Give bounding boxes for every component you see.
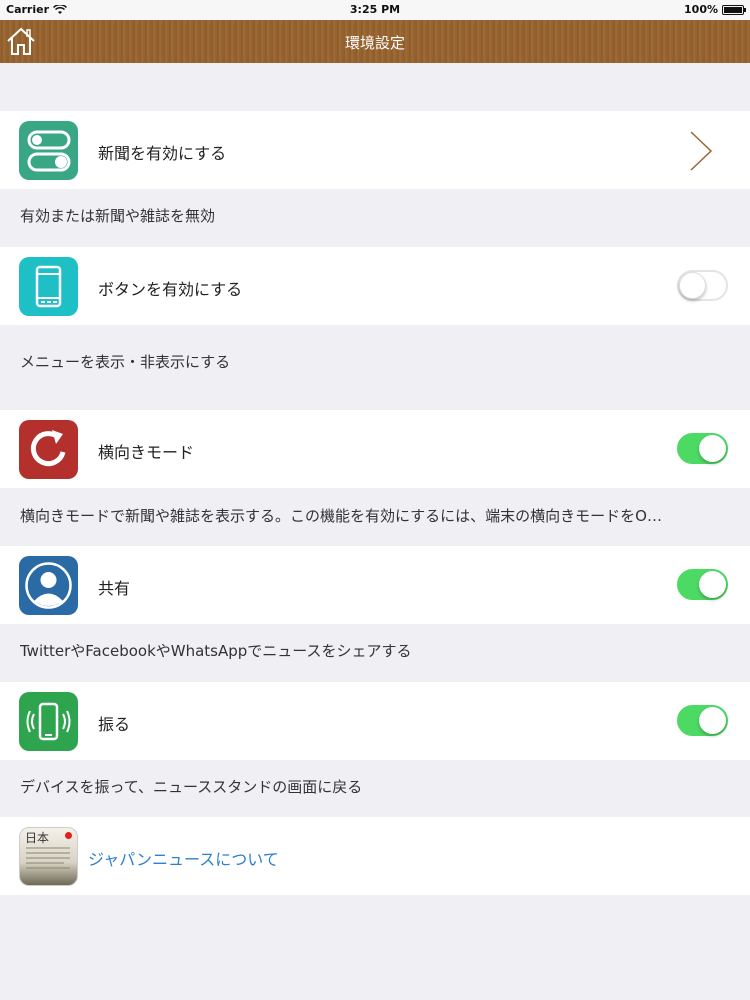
status-bar: Carrier 3:25 PM 100% [0, 0, 750, 20]
settings-row-newspaper[interactable]: 新聞を有効にする [0, 111, 750, 189]
settings-row-buttons: ボタンを有効にする [0, 247, 750, 325]
status-right: 100% [684, 3, 746, 16]
chevron-right-icon[interactable] [688, 130, 714, 172]
tablet-icon [19, 257, 78, 316]
navigation-bar: 環境設定 [0, 20, 750, 63]
share-toggle[interactable] [677, 569, 728, 600]
status-time: 3:25 PM [349, 3, 401, 16]
row-label: 共有 [98, 579, 131, 598]
shake-phone-icon [19, 692, 78, 751]
settings-row-about[interactable]: 日本 ジャパンニュースについて [0, 817, 750, 895]
row-label: 新聞を有効にする [98, 144, 227, 163]
row-label: ボタンを有効にする [98, 280, 243, 299]
row-description: TwitterやFacebookやWhatsAppでニュースをシェアする [20, 642, 412, 660]
battery-percent: 100% [684, 3, 718, 16]
shake-toggle[interactable] [677, 705, 728, 736]
row-description: デバイスを振って、ニューススタンドの画面に戻る [20, 778, 363, 796]
page-title: 環境設定 [344, 34, 405, 52]
settings-row-landscape: 横向きモード [0, 410, 750, 488]
landscape-toggle[interactable] [677, 433, 728, 464]
row-description: 有効または新聞や雑誌を無効 [20, 207, 216, 225]
row-label: 横向きモード [98, 443, 195, 462]
about-link[interactable]: ジャパンニュースについて [88, 846, 279, 870]
battery-icon [722, 4, 746, 15]
row-description: メニューを表示・非表示にする [20, 353, 231, 371]
row-label: 振る [98, 715, 131, 734]
switches-icon [19, 121, 78, 180]
row-description: 横向きモードで新聞や雑誌を表示する。この機能を有効にするには、端末の横向きモード… [20, 507, 662, 525]
settings-row-share: 共有 [0, 546, 750, 624]
person-icon [19, 556, 78, 615]
buttons-toggle[interactable] [677, 270, 728, 301]
rotate-icon [19, 420, 78, 479]
settings-row-shake: 振る [0, 682, 750, 760]
newspaper-app-icon: 日本 [19, 827, 78, 886]
